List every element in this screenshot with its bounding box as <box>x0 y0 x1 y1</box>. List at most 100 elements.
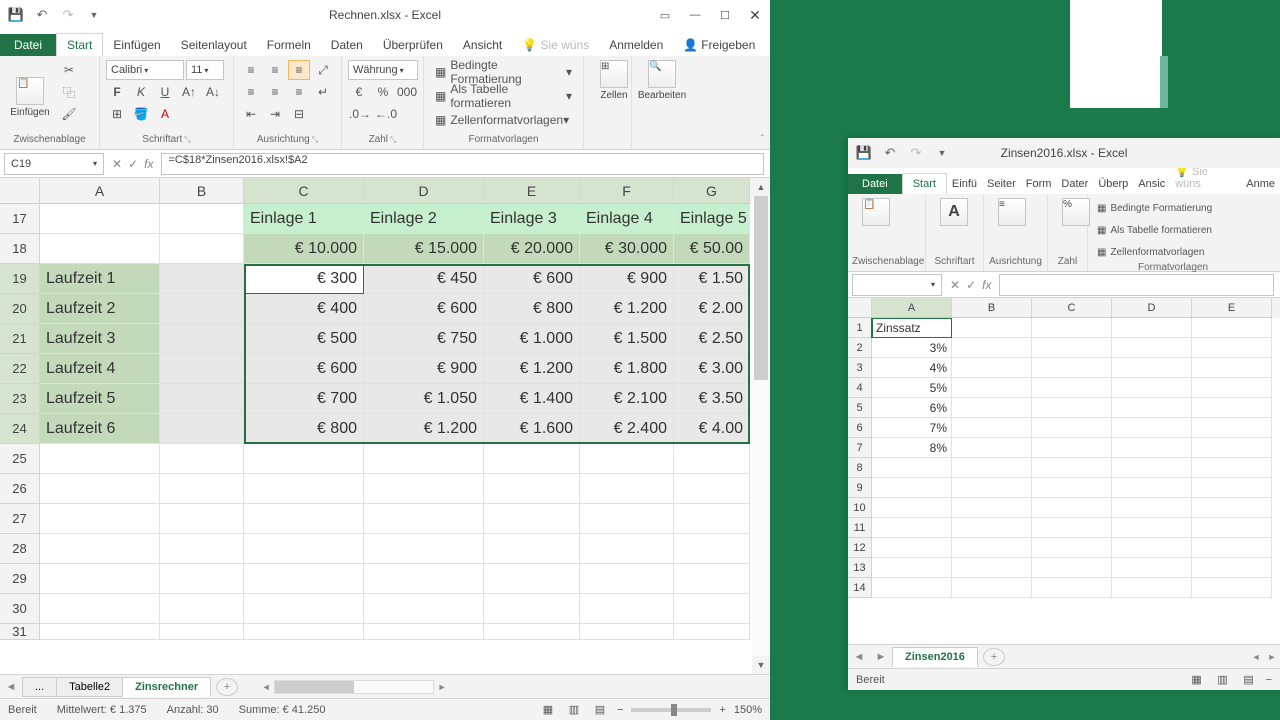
increase-decimal-icon[interactable]: .0→ <box>348 104 372 124</box>
rowhead-11[interactable]: 11 <box>848 518 872 538</box>
formula-input[interactable]: =C$18*Zinsen2016.xlsx!$A2 <box>161 153 764 175</box>
cell[interactable] <box>1192 358 1272 378</box>
cell[interactable]: € 2.100 <box>580 384 674 414</box>
rowhead-22[interactable]: 22 <box>0 354 40 384</box>
cell[interactable]: € 50.00 <box>674 234 750 264</box>
cell[interactable]: 3% <box>872 338 952 358</box>
cell[interactable] <box>1112 318 1192 338</box>
cell[interactable] <box>160 594 244 624</box>
cell[interactable] <box>1032 418 1112 438</box>
cell[interactable] <box>160 234 244 264</box>
cell[interactable] <box>244 624 364 640</box>
cell[interactable] <box>580 594 674 624</box>
cell[interactable]: 5% <box>872 378 952 398</box>
rowhead-8[interactable]: 8 <box>848 458 872 478</box>
cell[interactable]: 6% <box>872 398 952 418</box>
cell[interactable] <box>580 564 674 594</box>
undo-icon[interactable]: ↶ <box>34 7 50 23</box>
rowhead-29[interactable]: 29 <box>0 564 40 594</box>
cell[interactable]: € 700 <box>244 384 364 414</box>
bold-button[interactable]: F <box>106 82 128 102</box>
view-page-layout-icon[interactable]: ▥ <box>565 702 583 718</box>
cell[interactable]: € 900 <box>364 354 484 384</box>
zoom-thumb[interactable] <box>671 704 677 716</box>
cell[interactable] <box>364 474 484 504</box>
tab-einfuegen-2[interactable]: Einfü <box>947 174 982 194</box>
align-top-icon[interactable]: ≡ <box>240 60 262 80</box>
tab-ueberpruefen[interactable]: Überprüfen <box>373 34 453 56</box>
cell[interactable] <box>1032 518 1112 538</box>
cell[interactable] <box>1192 498 1272 518</box>
cell[interactable] <box>1192 458 1272 478</box>
cell[interactable] <box>952 458 1032 478</box>
minimize-icon[interactable]: — <box>680 0 710 30</box>
cell[interactable] <box>160 474 244 504</box>
cancel-formula-icon[interactable]: ✕ <box>112 157 122 171</box>
rowhead-17[interactable]: 17 <box>0 204 40 234</box>
hscroll-left-icon-2[interactable]: ◄ <box>1248 652 1264 662</box>
rowhead-28[interactable]: 28 <box>0 534 40 564</box>
cell[interactable]: Einlage 1 <box>244 204 364 234</box>
zoom-out-icon[interactable]: − <box>617 704 623 716</box>
cell[interactable]: € 300 <box>244 264 364 294</box>
cell[interactable] <box>40 234 160 264</box>
cell[interactable] <box>1032 478 1112 498</box>
enter-formula-icon[interactable]: ✓ <box>128 157 138 171</box>
cell[interactable] <box>364 534 484 564</box>
cell[interactable]: 8% <box>872 438 952 458</box>
cell[interactable]: € 500 <box>244 324 364 354</box>
cell[interactable]: € 1.000 <box>484 324 580 354</box>
cell[interactable]: € 450 <box>364 264 484 294</box>
edit-button[interactable]: 🔍 Bearbeiten <box>638 60 686 101</box>
cell[interactable]: Einlage 4 <box>580 204 674 234</box>
grid-body[interactable]: 17Einlage 1Einlage 2Einlage 3Einlage 4Ei… <box>0 204 752 674</box>
cell[interactable] <box>160 324 244 354</box>
cell[interactable]: € 1.600 <box>484 414 580 444</box>
cell[interactable]: € 4.00 <box>674 414 750 444</box>
rowhead-12[interactable]: 12 <box>848 538 872 558</box>
align-right-icon[interactable]: ≡ <box>288 82 310 102</box>
rowhead-4[interactable]: 4 <box>848 378 872 398</box>
cell[interactable] <box>484 594 580 624</box>
colhead-e[interactable]: E <box>484 178 580 204</box>
colhead-a-2[interactable]: A <box>872 298 952 318</box>
rowhead-18[interactable]: 18 <box>0 234 40 264</box>
scroll-up-icon[interactable]: ▲ <box>752 178 770 196</box>
cut-icon[interactable]: ✂ <box>58 60 80 80</box>
cell[interactable] <box>1192 478 1272 498</box>
cell[interactable] <box>872 458 952 478</box>
cell[interactable] <box>872 558 952 578</box>
align-middle-icon[interactable]: ≡ <box>264 60 286 80</box>
cond-fmt-2[interactable]: ▦ Bedingte Formatierung <box>1092 198 1254 218</box>
cell[interactable] <box>1192 418 1272 438</box>
cell[interactable]: € 1.050 <box>364 384 484 414</box>
rowhead-30[interactable]: 30 <box>0 594 40 624</box>
cell[interactable] <box>1192 338 1272 358</box>
name-box-2[interactable]: ▾ <box>852 274 942 296</box>
cell[interactable]: € 1.200 <box>484 354 580 384</box>
cell[interactable]: Laufzeit 4 <box>40 354 160 384</box>
cell[interactable] <box>1032 438 1112 458</box>
cell[interactable] <box>1192 318 1272 338</box>
cell[interactable]: Einlage 5 <box>674 204 750 234</box>
sheet-tab-zinsrechner[interactable]: Zinsrechner <box>122 677 211 697</box>
cell[interactable] <box>364 564 484 594</box>
cell[interactable] <box>244 444 364 474</box>
cell[interactable]: € 800 <box>484 294 580 324</box>
cell[interactable] <box>1032 318 1112 338</box>
cell[interactable] <box>1192 438 1272 458</box>
colhead-f[interactable]: F <box>580 178 674 204</box>
cell[interactable]: € 2.50 <box>674 324 750 354</box>
cell[interactable] <box>952 498 1032 518</box>
undo-icon-2[interactable]: ↶ <box>882 145 898 161</box>
sheet-tab-dots[interactable]: ... <box>22 677 57 697</box>
name-box[interactable]: C19▾ <box>4 153 104 175</box>
sheet-tab-zinsen2016[interactable]: Zinsen2016 <box>892 647 978 667</box>
cell[interactable]: € 20.000 <box>484 234 580 264</box>
zoom-in-icon[interactable]: + <box>719 704 725 716</box>
save-icon[interactable]: 💾 <box>8 7 24 23</box>
fx-icon-2[interactable]: fx <box>982 278 991 292</box>
fill-color-icon[interactable]: 🪣 <box>130 104 152 124</box>
cell[interactable] <box>952 338 1032 358</box>
cell[interactable] <box>1112 458 1192 478</box>
